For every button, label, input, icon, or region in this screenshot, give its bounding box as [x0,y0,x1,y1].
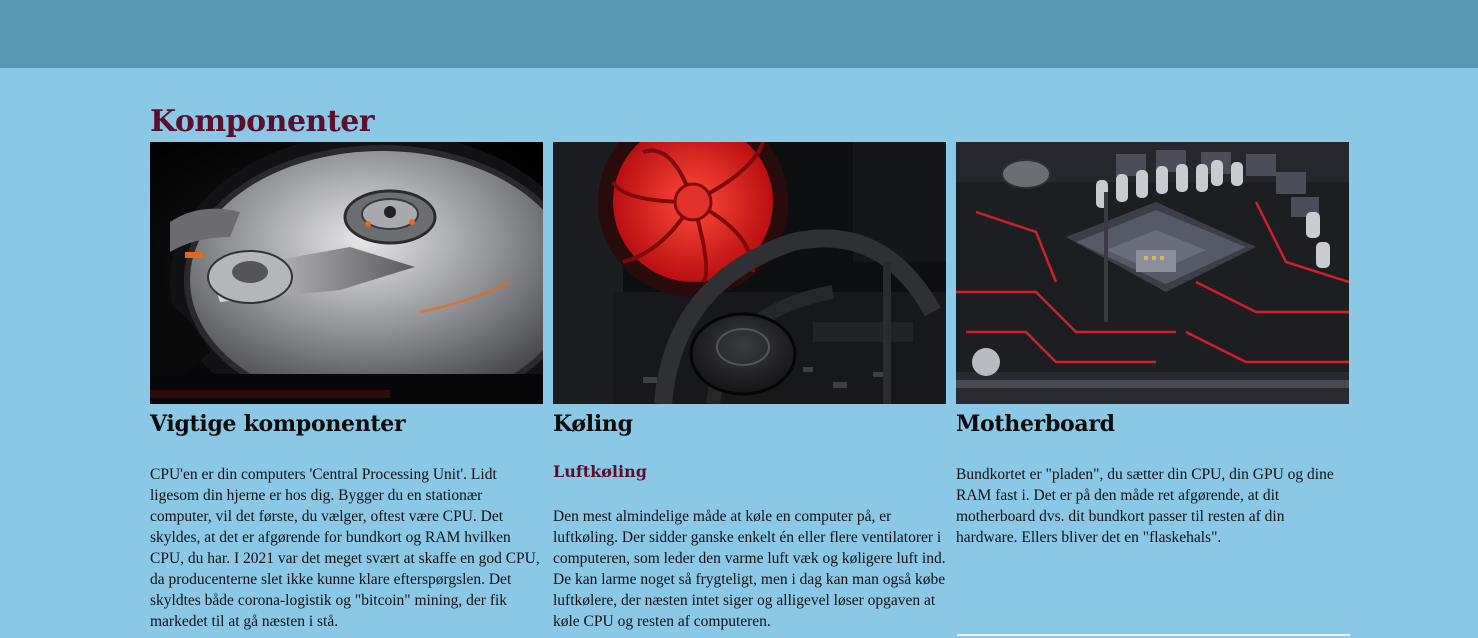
card-cooling: Køling Luftkøling Den mest almindelige m… [553,142,946,632]
top-navigation-bar [0,0,1478,68]
card-subtitle: Luftkøling [553,462,647,481]
divider [957,634,1350,636]
motherboard-image [956,142,1349,404]
hard-drive-image [150,142,543,404]
card-motherboard: Motherboard Bundkortet er "pladen", du s… [956,142,1349,632]
card-text: Bundkortet er "pladen", du sætter din CP… [956,466,1334,546]
card-title: Motherboard [956,411,1115,437]
card-important-components: Vigtige komponenter CPU'en er din comput… [150,142,543,632]
card-title: Vigtige komponenter [150,411,406,437]
component-cards: Vigtige komponenter CPU'en er din comput… [150,142,1350,632]
card-text: CPU'en er din computers 'Central Process… [150,466,540,630]
card-text: Den mest almindelige måde at køle en com… [553,508,946,630]
main-content: Komponenter Vigtige komponenter CPU'en e… [150,68,1350,636]
cpu-cooler-image [553,142,946,404]
page-title: Komponenter [150,104,375,139]
card-title: Køling [553,411,633,437]
